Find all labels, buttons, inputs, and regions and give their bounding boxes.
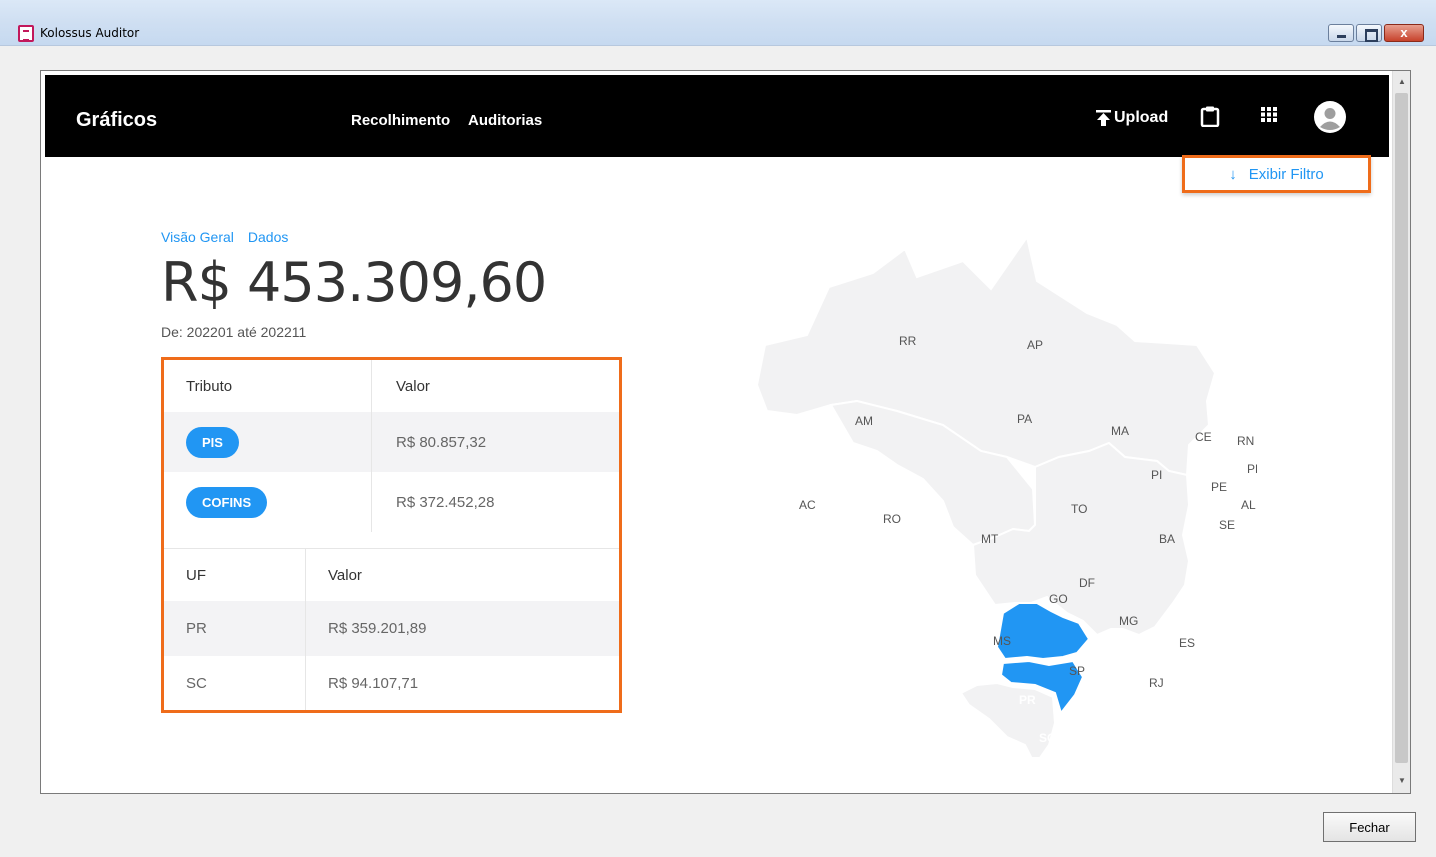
- table-row: SC R$ 94.107,71: [164, 656, 619, 710]
- tributo-value: R$ 80.857,32: [396, 433, 487, 451]
- nav-auditorias[interactable]: Auditorias: [468, 112, 542, 129]
- map-label: PB: [1247, 462, 1257, 476]
- uf-code: SC: [186, 674, 207, 692]
- table-row: PIS R$ 80.857,32: [164, 412, 619, 472]
- map-label: SP: [1069, 664, 1085, 678]
- header-tributo: Tributo: [186, 377, 233, 395]
- map-label: RO: [883, 512, 901, 526]
- map-label: MS: [993, 634, 1011, 648]
- show-filter-label: Exibir Filtro: [1248, 165, 1324, 183]
- scroll-down-arrow-icon[interactable]: ▼: [1393, 776, 1410, 785]
- page-title[interactable]: Gráficos: [76, 109, 157, 132]
- map-label: MA: [1111, 424, 1129, 438]
- fechar-button[interactable]: Fechar: [1323, 812, 1416, 842]
- map-label-pr: PR: [1019, 693, 1036, 707]
- table-header-row: Tributo Valor: [164, 360, 619, 412]
- uf-value: R$ 94.107,71: [328, 674, 419, 692]
- nav-recolhimento[interactable]: Recolhimento: [351, 112, 450, 129]
- app-document-icon: [18, 25, 34, 42]
- table-row: PR R$ 359.201,89: [164, 601, 619, 656]
- map-label: PI: [1151, 468, 1162, 482]
- column-divider: [371, 360, 372, 532]
- tab-visao-geral[interactable]: Visão Geral: [161, 229, 234, 245]
- total-amount: R$ 453.309,60: [161, 251, 547, 314]
- upload-icon: [1096, 110, 1111, 126]
- table-header-row: UF Valor: [164, 549, 619, 601]
- map-label: ES: [1179, 636, 1195, 650]
- close-window-button[interactable]: x: [1384, 24, 1424, 42]
- map-label: RJ: [1149, 676, 1164, 690]
- map-label: PA: [1017, 412, 1032, 426]
- window-title: Kolossus Auditor: [40, 26, 140, 40]
- minimize-button[interactable]: [1328, 24, 1354, 42]
- clipboard-icon[interactable]: [1200, 105, 1220, 132]
- maximize-button[interactable]: [1356, 24, 1382, 42]
- summary-tables: Tributo Valor PIS R$ 80.857,32 COFINS R$…: [161, 357, 622, 713]
- map-label: RN: [1237, 434, 1254, 448]
- upload-label: Upload: [1114, 109, 1169, 126]
- header-uf: UF: [186, 566, 206, 584]
- uf-value: R$ 359.201,89: [328, 620, 427, 637]
- tributo-chip-pis[interactable]: PIS: [186, 426, 239, 458]
- map-label: MT: [981, 532, 999, 546]
- map-label: MG: [1119, 614, 1138, 628]
- tab-dados[interactable]: Dados: [248, 229, 288, 245]
- state-rs[interactable]: [959, 681, 1057, 757]
- header-valor: Valor: [396, 377, 430, 395]
- account-avatar-icon[interactable]: [1314, 101, 1346, 138]
- period-range: De: 202201 até 202211: [161, 324, 307, 340]
- map-label: AL: [1241, 498, 1256, 512]
- scroll-up-arrow-icon[interactable]: ▲: [1393, 77, 1410, 86]
- content-frame: Gráficos Recolhimento Auditorias Upload …: [40, 70, 1411, 794]
- brazil-map: RR AP AM PA MA CE RN PB PI PE AL AC RO T…: [755, 234, 1257, 757]
- map-label: TO: [1071, 502, 1087, 516]
- map-label: AP: [1027, 338, 1043, 352]
- header-valor: Valor: [328, 566, 362, 584]
- table-row: COFINS R$ 372.452,28: [164, 472, 619, 532]
- arrow-down-icon: ↓: [1229, 165, 1237, 183]
- map-label: RR: [899, 334, 917, 348]
- apps-grid-icon[interactable]: [1260, 105, 1278, 128]
- column-divider: [305, 549, 306, 710]
- app-header: Gráficos Recolhimento Auditorias Upload: [45, 75, 1389, 157]
- map-label: AM: [855, 414, 873, 428]
- map-label: BA: [1159, 532, 1175, 546]
- map-label-sc: SC: [1039, 731, 1056, 745]
- scrollbar-thumb[interactable]: [1395, 93, 1408, 763]
- vertical-scrollbar[interactable]: ▲ ▼: [1392, 71, 1410, 793]
- close-icon: x: [1400, 25, 1408, 40]
- show-filter-button[interactable]: ↓ Exibir Filtro: [1182, 155, 1371, 193]
- tributo-chip-cofins[interactable]: COFINS: [186, 486, 268, 518]
- state-north[interactable]: [755, 234, 1217, 477]
- window-titlebar: Kolossus Auditor x: [0, 0, 1436, 46]
- map-label: AC: [799, 498, 816, 512]
- upload-button[interactable]: Upload: [1095, 109, 1168, 127]
- map-label: GO: [1049, 592, 1068, 606]
- uf-code: PR: [186, 620, 207, 637]
- map-label: CE: [1195, 430, 1212, 444]
- map-label: DF: [1079, 576, 1095, 590]
- map-label: PE: [1211, 480, 1227, 494]
- tributo-value: R$ 372.452,28: [396, 493, 495, 511]
- map-label: SE: [1219, 518, 1235, 532]
- overview-tabs: Visão Geral Dados: [161, 229, 288, 245]
